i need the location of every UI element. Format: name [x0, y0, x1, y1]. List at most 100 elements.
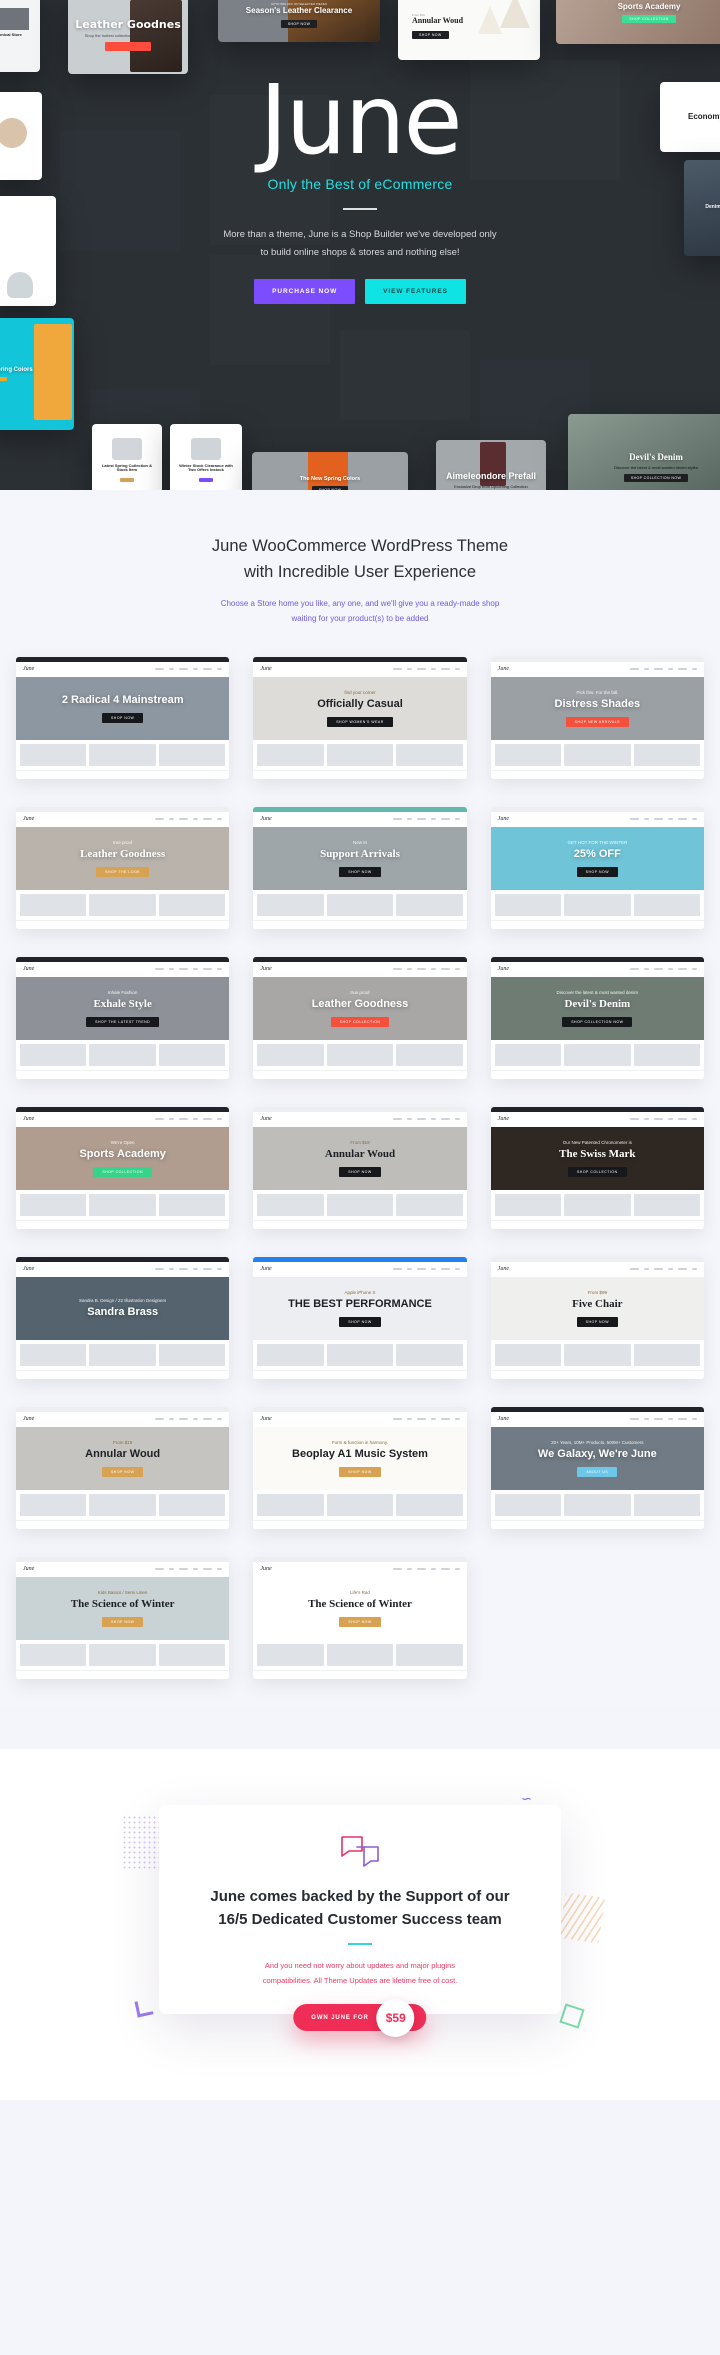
demo-cta-button[interactable]: SHOP THE LOOK — [96, 866, 150, 877]
hero-thumb-new-spring-colors[interactable]: The New Spring Colors SHOP NOW — [252, 452, 408, 490]
demo-card[interactable]: June We're Open Sports Academy SHOP COLLECT… — [16, 1106, 230, 1229]
hero-thumb-cta[interactable]: SHOP NOW — [311, 486, 349, 490]
hero-thumb-cta[interactable] — [105, 42, 151, 52]
demo-cta-button[interactable]: SHOP NOW — [339, 866, 381, 877]
demo-cta-button[interactable]: SHOP WOMEN'S WEAR — [327, 716, 393, 727]
demo-card[interactable]: June true proof Leather Goodness SHOP COLLE… — [253, 956, 467, 1079]
demo-product-tile — [396, 1493, 463, 1516]
demo-nav-item — [179, 968, 189, 971]
hero-description-line2: to build online shops & stores and nothi… — [260, 246, 460, 258]
demo-nav — [155, 1418, 223, 1421]
hero-button-group: PURCHASE NOW VIEW FEATURES — [0, 279, 720, 305]
demo-card[interactable]: June Apple iPhone X THE BEST PERFORMANCE SH… — [253, 1256, 467, 1379]
demo-cta-button[interactable]: SHOP NEW ARRIVALS — [565, 716, 629, 727]
hero-thumb-devils-denim[interactable]: Devil's Denim Discover the latest & most… — [568, 414, 720, 490]
demo-cta-button[interactable]: SHOP NOW — [339, 1466, 381, 1477]
demo-card[interactable]: June Form & function in harmony. Beoplay A… — [253, 1406, 467, 1529]
hero-thumb-cta[interactable]: SHOP NOW — [412, 30, 449, 39]
demo-product-tile — [396, 1193, 463, 1216]
demo-headline: Distress Shades — [554, 697, 641, 710]
demo-cta-button[interactable]: SHOP NOW — [101, 1466, 144, 1477]
hero-thumb-aimeleondore-prefall[interactable]: Aimeleondore Prefall Exclusive Drop from… — [436, 440, 546, 490]
hero-thumb-cta[interactable]: SHOP COLLECTION NOW — [623, 473, 689, 482]
demo-nav-item — [454, 968, 460, 971]
demo-product-tile — [20, 1343, 87, 1366]
demo-nav-item — [169, 1118, 175, 1121]
hero-thumb-sports-academy[interactable]: Sports Academy SHOP COLLECTION — [556, 0, 720, 44]
demo-cta-button[interactable]: SHOP NOW — [101, 1616, 144, 1627]
demo-cta-button[interactable]: SHOP COLLECTION — [93, 1166, 153, 1177]
hero-thumb-cta[interactable] — [199, 477, 213, 482]
demo-card[interactable]: June 2 Radical 4 Mainstream SHOP NOW — [16, 656, 230, 779]
demo-cta-button[interactable]: SHOP NOW — [101, 712, 144, 723]
demo-card[interactable]: June From $19 Annular Woud SHOP NOW — [253, 1106, 467, 1229]
demo-card[interactable]: June New In Support Arrivals SHOP NOW — [253, 806, 467, 929]
demo-hero: Life's Rad The Science of Winter SHOP NOW — [253, 1576, 467, 1640]
hero-thumb-season-leather-clearance[interactable]: UPTO 50% OFF ON SELECTED PIECES Season's… — [218, 0, 380, 42]
demo-product-tile — [158, 1193, 226, 1216]
demo-nav-item — [430, 818, 436, 821]
demo-cta-button[interactable]: SHOP NOW — [576, 866, 619, 877]
demo-cta-button[interactable]: ABOUT US — [577, 1466, 618, 1477]
demo-card[interactable]: June Life's Rad The Science of Winter SHOP … — [253, 1556, 467, 1679]
hero-thumb-subtitle: Shop the hottest collection of leather j… — [84, 33, 172, 39]
demo-card[interactable]: June Sandra B. Design / 22 Illustration D… — [16, 1256, 230, 1379]
demo-product-tile — [89, 1343, 156, 1366]
demo-card[interactable]: June GET HOT FOR THE WINTER 25% OFF SHOP NO… — [490, 806, 704, 929]
demo-body: 2 Radical 4 Mainstream SHOP NOW — [16, 676, 230, 779]
view-features-button[interactable]: VIEW FEATURES — [365, 279, 466, 305]
demo-card[interactable]: June Kids Basics / Semi Linen The Science … — [16, 1556, 230, 1679]
hero-thumb-cta[interactable] — [0, 377, 7, 382]
demo-nav-item — [653, 668, 663, 671]
demo-nav-item — [691, 668, 697, 671]
demo-footer — [253, 1369, 467, 1379]
hero-thumb-annular-woud[interactable]: From $19 Annular Woud SHOP NOW — [398, 0, 540, 60]
demo-nav-item — [179, 1268, 189, 1271]
purchase-now-button[interactable]: PURCHASE NOW — [254, 279, 356, 305]
demo-body: Life's Rad The Science of Winter SHOP NOW — [253, 1576, 467, 1679]
hero-thumb-spring-collection[interactable]: Latest Spring Collection & Stock Item — [92, 424, 162, 490]
demo-nav — [392, 968, 460, 971]
demo-headline: 2 Radical 4 Mainstream — [61, 693, 184, 706]
demo-cta-button[interactable]: SHOP NOW — [339, 1166, 381, 1177]
demo-cta-button[interactable]: SHOP NOW — [339, 1316, 381, 1327]
demo-nav — [155, 968, 223, 971]
demo-card[interactable]: June Discover the latest & most wanted de… — [490, 956, 704, 1079]
hero-thumb-leather-goodnes[interactable]: Leather Goodnes Shop the hottest collect… — [68, 0, 188, 74]
demo-product-tile — [494, 743, 562, 766]
hero-thumb-cta[interactable]: SHOP NOW — [280, 19, 318, 28]
hero-thumb-spring-colors[interactable]: Spring Colors — [0, 318, 74, 430]
demo-card[interactable]: June 20+ Years, 10M+ Products, 500M+ Cust… — [490, 1406, 704, 1529]
hero-thumb-winter-clearance[interactable]: Winter Stock Clearance with Two Offers I… — [170, 424, 242, 490]
demo-site-header: June — [16, 811, 230, 827]
demo-card[interactable]: June true proof Leather Goodness SHOP THE L… — [16, 806, 230, 929]
own-june-button[interactable]: OWN JUNE FOR $59 — [293, 1998, 427, 2037]
demo-site-header: June — [253, 1261, 467, 1277]
demo-card[interactable]: June Our New Patented Chronometer is The S… — [490, 1106, 704, 1229]
demo-hero: true proof Leather Goodness SHOP COLLECTIO… — [253, 976, 467, 1040]
demo-kicker: From $99 — [587, 1289, 607, 1295]
demo-cta-button[interactable]: SHOP COLLECTION NOW — [562, 1016, 633, 1027]
demo-cta-button[interactable]: SHOP COLLECTION — [567, 1166, 627, 1177]
hero-thumb-conical-store[interactable]: Conical Store — [0, 0, 40, 72]
demo-nav-item — [217, 1118, 223, 1121]
hero-thumb-cta[interactable]: SHOP COLLECTION — [622, 15, 676, 24]
demo-card[interactable]: June Pick this. For the fall. Distress Sha… — [490, 656, 704, 779]
demo-cta-button[interactable]: SHOP NOW — [339, 1616, 381, 1627]
demo-product-tile — [396, 1343, 463, 1366]
demo-cta-button[interactable]: SHOP NOW — [576, 1316, 619, 1327]
demo-card[interactable]: June find your corner Officially Casual SHO… — [253, 656, 467, 779]
demo-logo: June — [260, 966, 272, 973]
demo-nav-item — [203, 1418, 213, 1421]
demo-nav-item — [691, 818, 697, 821]
hero-thumb-cta[interactable] — [120, 477, 134, 482]
demo-cta-button[interactable]: SHOP THE LATEST TREND — [86, 1016, 160, 1027]
demo-product-strip — [490, 1339, 704, 1370]
demo-cta-button[interactable]: SHOP COLLECTION — [330, 1016, 390, 1027]
demo-card[interactable]: June From $99 Five Chair SHOP NOW — [490, 1256, 704, 1379]
hero-thumb-title: Winter Stock Clearance with Two Offers I… — [179, 463, 233, 473]
demo-card[interactable]: June From $19 Annular Woud SHOP NOW — [16, 1406, 230, 1529]
hero-tagline: Only the Best of eCommerce — [267, 176, 453, 192]
demo-headline: Devil's Denim — [564, 997, 631, 1010]
demo-card[interactable]: June Inhale Fashion Exhale Style SHOP THE L… — [16, 956, 230, 1079]
